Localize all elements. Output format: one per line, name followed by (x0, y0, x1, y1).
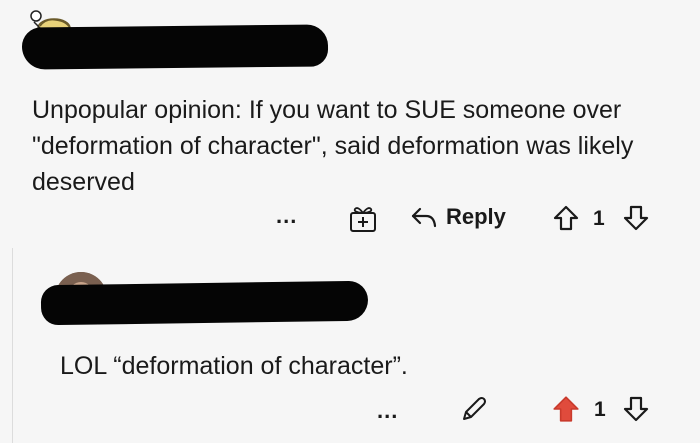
arrow-down-icon (622, 395, 650, 423)
more-options-button[interactable]: ... (276, 205, 297, 227)
pencil-icon (458, 396, 488, 424)
gift-icon (348, 205, 378, 233)
award-button[interactable] (348, 205, 378, 233)
downvote-button[interactable] (622, 204, 650, 232)
arrow-up-icon (552, 204, 580, 232)
vote-count: 1 (593, 207, 605, 230)
upvote-button[interactable] (551, 394, 581, 424)
arrow-down-icon (622, 204, 650, 232)
edit-button[interactable] (458, 396, 488, 424)
redacted-username (21, 24, 329, 70)
thread-line (12, 248, 13, 443)
upvote-button[interactable] (552, 204, 580, 232)
reply-label: Reply (446, 204, 506, 229)
reply-text: LOL “deformation of character”. (60, 352, 408, 380)
arrow-up-icon (551, 394, 581, 424)
more-options-button[interactable]: ... (377, 400, 398, 422)
comment-text: Unpopular opinion: If you want to SUE so… (32, 96, 634, 196)
reply-button[interactable]: Reply (410, 204, 506, 230)
vote-count: 1 (594, 398, 606, 421)
redacted-username (40, 280, 369, 326)
downvote-button[interactable] (622, 395, 650, 423)
reply-arrow-icon (410, 204, 438, 230)
